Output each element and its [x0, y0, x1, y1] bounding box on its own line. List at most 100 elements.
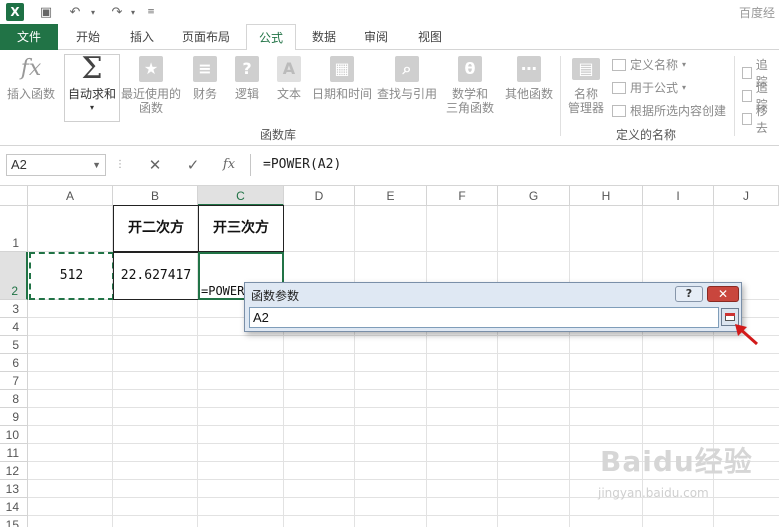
- undo-icon[interactable]: ↶: [64, 3, 86, 21]
- cell-C1[interactable]: 开三次方: [198, 205, 284, 252]
- datetime-button[interactable]: ▦ 日期和时间: [310, 54, 374, 101]
- row-gridline: [28, 389, 779, 390]
- close-button[interactable]: ✕: [707, 286, 739, 302]
- customize-toolbar-icon[interactable]: ≡: [144, 3, 158, 21]
- argument-input[interactable]: A2: [249, 307, 719, 328]
- row-header-13[interactable]: 13: [0, 480, 28, 498]
- math-trig-button[interactable]: θ 数学和 三角函数: [442, 54, 498, 115]
- row-gridline: [28, 515, 779, 516]
- red-arrow-icon: [735, 324, 758, 346]
- row-header-6[interactable]: 6: [0, 354, 28, 372]
- trace-precedents-icon: [742, 67, 752, 79]
- redo-icon[interactable]: ↷: [106, 3, 128, 21]
- tab-home[interactable]: 开始: [64, 24, 112, 50]
- column-header-I[interactable]: I: [643, 186, 714, 206]
- create-from-selection-button[interactable]: 根据所选内容创建: [612, 102, 726, 119]
- row-header-7[interactable]: 7: [0, 372, 28, 390]
- column-header-E[interactable]: E: [355, 186, 427, 206]
- name-manager-icon: ▤: [572, 54, 600, 84]
- formula-input[interactable]: =POWER(A2): [250, 154, 779, 176]
- function-arguments-dialog: 函数参数 ? ✕ A2: [244, 282, 742, 332]
- column-header-F[interactable]: F: [427, 186, 498, 206]
- tab-view[interactable]: 视图: [408, 24, 452, 50]
- name-manager-button[interactable]: ▤ 名称 管理器: [564, 54, 608, 115]
- ribbon-tabs: 文件 开始 插入 页面布局 公式 数据 审阅 视图: [0, 24, 779, 51]
- column-header-J[interactable]: J: [714, 186, 779, 206]
- column-header-H[interactable]: H: [570, 186, 643, 206]
- autosum-button[interactable]: Σ 自动求和 ▾: [66, 54, 118, 115]
- row-header-3[interactable]: 3: [0, 300, 28, 318]
- title-bar: X ▣ ↶ ▾ ↷ ▾ ≡ 百度经: [0, 0, 779, 24]
- recent-functions-button[interactable]: ★ 最近使用的 函数: [120, 54, 182, 115]
- theta-icon: θ: [456, 54, 484, 84]
- column-header-A[interactable]: A: [28, 186, 113, 206]
- row-header-11[interactable]: 11: [0, 444, 28, 462]
- question-icon: ?: [233, 54, 261, 84]
- text-button[interactable]: A 文本: [272, 54, 306, 101]
- recent-functions-label-2: 函数: [138, 101, 163, 115]
- define-name-button[interactable]: 定义名称 ▾: [612, 56, 686, 73]
- use-in-formula-icon: [612, 81, 626, 94]
- cancel-icon[interactable]: ✕: [142, 154, 168, 176]
- column-gridline: [354, 206, 355, 527]
- column-gridline: [497, 206, 498, 527]
- remove-arrows-button[interactable]: 移去: [742, 102, 779, 136]
- tab-page-layout[interactable]: 页面布局: [172, 24, 240, 50]
- row-gridline: [28, 425, 779, 426]
- row-header-2[interactable]: 2: [0, 252, 28, 300]
- lookup-label: 查找与引用: [376, 87, 437, 101]
- star-icon: ★: [137, 54, 165, 84]
- undo-dropdown-icon[interactable]: ▾: [88, 3, 98, 21]
- name-box-value: A2: [11, 157, 27, 172]
- cell-B1[interactable]: 开二次方: [113, 205, 199, 252]
- select-all-corner[interactable]: [0, 186, 28, 206]
- column-header-G[interactable]: G: [498, 186, 570, 206]
- column-gridline: [426, 206, 427, 527]
- expand-dialog-icon-bar: [725, 313, 735, 316]
- use-in-formula-button[interactable]: 用于公式 ▾: [612, 79, 686, 96]
- sigma-icon: Σ: [81, 51, 103, 86]
- cell-A2[interactable]: 512: [29, 252, 114, 300]
- tab-insert[interactable]: 插入: [118, 24, 166, 50]
- fx-insert-icon[interactable]: fx: [216, 154, 242, 176]
- calendar-icon: ▦: [328, 54, 356, 84]
- insert-function-button[interactable]: fx 插入函数: [4, 54, 58, 102]
- row-header-15[interactable]: 15: [0, 516, 28, 527]
- enter-icon[interactable]: ✓: [180, 154, 206, 176]
- row-header-4[interactable]: 4: [0, 318, 28, 336]
- define-name-icon: [612, 58, 626, 71]
- name-box-dropdown-icon[interactable]: ▼: [92, 155, 101, 175]
- coins-icon: ≡: [191, 54, 219, 84]
- tab-data[interactable]: 数据: [302, 24, 346, 50]
- tab-formulas[interactable]: 公式: [246, 24, 296, 51]
- column-header-B[interactable]: B: [113, 186, 198, 206]
- lookup-button[interactable]: ⌕ 查找与引用: [376, 54, 438, 101]
- formula-bar: A2 ▼ ⋮ ✕ ✓ fx =POWER(A2): [0, 146, 779, 186]
- name-box[interactable]: A2 ▼: [6, 154, 106, 176]
- more-functions-icon: ⋯: [515, 54, 543, 84]
- row-header-1[interactable]: 1: [0, 206, 28, 252]
- row-header-12[interactable]: 12: [0, 462, 28, 480]
- use-in-formula-label: 用于公式: [630, 81, 679, 95]
- logical-button[interactable]: ? 逻辑: [230, 54, 264, 101]
- row-header-9[interactable]: 9: [0, 408, 28, 426]
- row-header-5[interactable]: 5: [0, 336, 28, 354]
- redo-dropdown-icon[interactable]: ▾: [128, 3, 138, 21]
- dialog-title: 函数参数: [251, 289, 300, 303]
- tab-file[interactable]: 文件: [0, 24, 58, 50]
- fx-icon: fx: [20, 56, 42, 81]
- save-icon[interactable]: ▣: [36, 3, 56, 21]
- help-button[interactable]: ?: [675, 286, 703, 302]
- financial-button[interactable]: ≡ 财务: [188, 54, 222, 101]
- autosum-label: 自动求和: [67, 87, 116, 101]
- more-functions-button[interactable]: ⋯ 其他函数: [502, 54, 556, 101]
- group-defined-names: 定义的名称: [616, 128, 677, 142]
- cell-B2[interactable]: 22.627417: [113, 252, 199, 300]
- row-header-8[interactable]: 8: [0, 390, 28, 408]
- column-header-C[interactable]: C: [198, 186, 284, 206]
- column-header-D[interactable]: D: [284, 186, 355, 206]
- row-header-14[interactable]: 14: [0, 498, 28, 516]
- watermark-logo: Baidu经验: [600, 445, 753, 478]
- tab-review[interactable]: 审阅: [354, 24, 398, 50]
- row-header-10[interactable]: 10: [0, 426, 28, 444]
